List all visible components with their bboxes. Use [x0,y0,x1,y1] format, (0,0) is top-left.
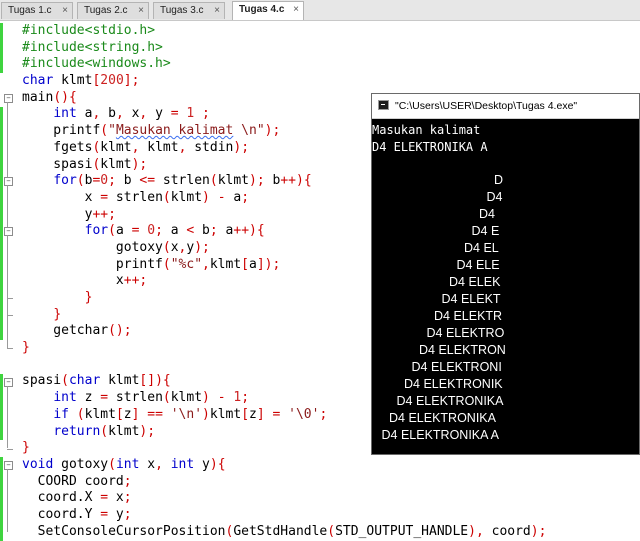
console-pyramid-line: D4 ELEKTRONIK [404,377,503,391]
code-line[interactable]: void gotoxy(int x, int y){ [22,457,546,474]
console-app-icon [378,100,389,110]
code-line[interactable]: #include<string.h> [22,40,546,57]
fold-end [7,348,13,350]
console-pyramid-line: D4 ELEKT [441,292,501,306]
change-bar [0,106,3,341]
console-pyramid-line: D4 [479,207,495,221]
tab-label: Tugas 1.c [8,5,52,16]
tab-2[interactable]: Tugas 2.c × [77,2,149,19]
console-line: Masukan kalimat [372,123,481,137]
console-pyramid-line: D4 ELEKTRONI [411,360,502,374]
tab-label: Tugas 4.c [239,4,285,15]
fold-guide [7,469,16,532]
console-title-bar[interactable]: "C:\Users\USER\Desktop\Tugas 4.exe" [372,94,639,119]
code-line[interactable]: #include<stdio.h> [22,23,546,40]
console-pyramid-line: D4 ELEKTRONIKA [396,394,504,408]
console-pyramid-line: D4 EL [464,241,499,255]
tab-bar: Tugas 1.c × Tugas 2.c × Tugas 3.c × Tugas 4.c × [0,0,640,21]
tab-4[interactable]: Tugas 4.c × [232,1,304,20]
tab-1[interactable]: Tugas 1.c × [1,2,73,19]
code-line[interactable]: char klmt[200]; [22,73,546,90]
console-pyramid-line: D4 ELEKTRON [419,343,506,357]
console-pyramid-line: D4 ELEKTR [434,309,503,323]
fold-end [7,298,13,300]
change-bar [0,373,3,441]
console-pyramid-line: D4 ELEKTRONIKA A [381,428,499,442]
code-line[interactable]: #include<windows.h> [22,56,546,73]
code-line[interactable]: coord.X = x; [22,490,546,507]
code-line[interactable]: SetConsoleCursorPosition(GetStdHandle(ST… [22,524,547,541]
tab-label: Tugas 2.c [84,5,128,16]
console-pyramid-line: D4 ELE [456,258,500,272]
console-window[interactable]: "C:\Users\USER\Desktop\Tugas 4.exe" Masu… [371,93,640,455]
fold-guide [7,385,16,449]
console-pyramid-line: D4 ELEKTRONIKA [389,411,496,425]
console-pyramid-line: D4 ELEKTRO [426,326,505,340]
close-icon[interactable]: × [138,3,144,19]
close-icon[interactable]: × [214,3,220,19]
tab-3[interactable]: Tugas 3.c × [153,2,225,19]
console-pyramid-line: D4 [486,190,503,204]
close-icon[interactable]: × [293,2,299,18]
console-line: D4 ELEKTRONIKA A [372,140,488,154]
console-output: Masukan kalimat D4 ELEKTRONIKA A D D4 D4 D4 E… [372,119,639,455]
fold-end [7,314,13,316]
change-bar [0,457,3,541]
code-line[interactable]: COORD coord; [22,474,546,491]
console-pyramid-line: D [494,173,504,187]
console-pyramid-line: D4 E [471,224,500,238]
close-icon[interactable]: × [62,3,68,19]
code-line[interactable]: coord.Y = y; [22,507,546,524]
console-title: "C:\Users\USER\Desktop\Tugas 4.exe" [395,100,578,112]
fold-guide [7,235,16,299]
tab-label: Tugas 3.c [160,5,204,16]
fold-end [7,448,13,450]
console-pyramid-line: D4 ELEK [449,275,501,289]
change-bar [0,23,3,74]
